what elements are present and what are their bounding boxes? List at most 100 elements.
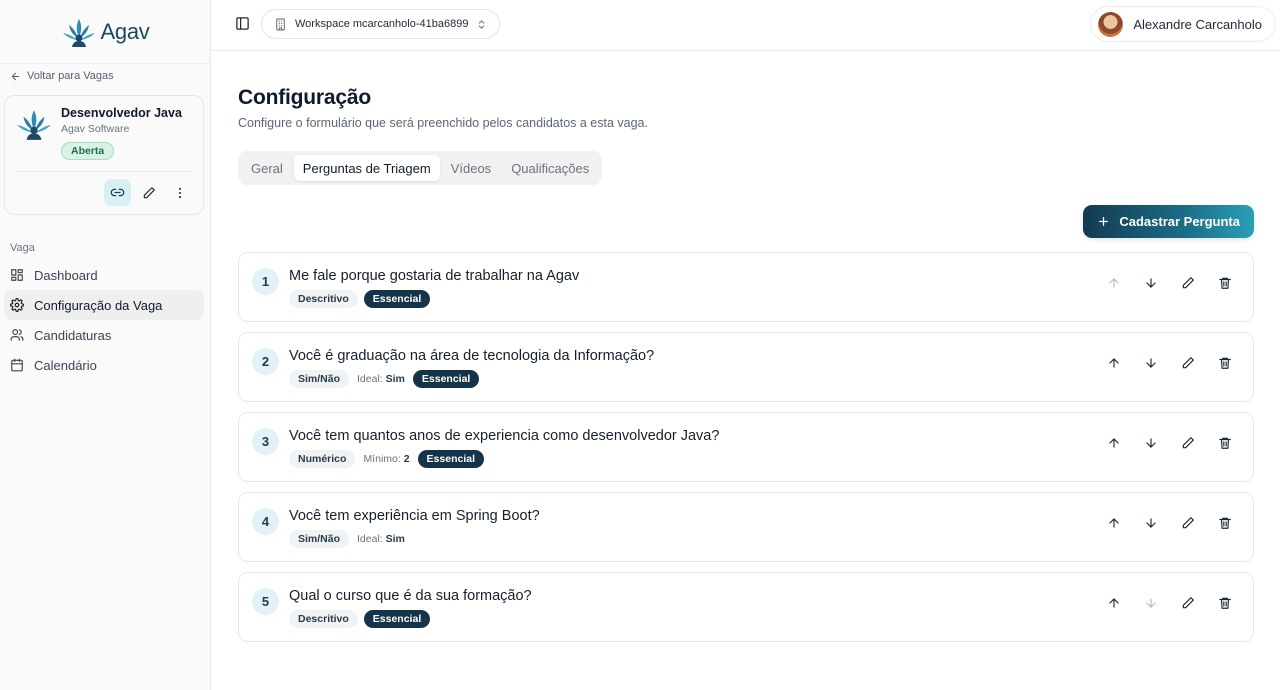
question-number: 1 <box>252 268 279 295</box>
add-question-button[interactable]: Cadastrar Pergunta <box>1083 205 1254 238</box>
question-minimum: Mínimo: 2 <box>361 453 411 465</box>
trash-icon <box>1218 356 1232 370</box>
tab-screening-questions[interactable]: Perguntas de Triagem <box>293 155 440 181</box>
move-down-button[interactable] <box>1135 592 1167 614</box>
arrow-left-icon <box>10 71 21 82</box>
question-actions <box>1098 512 1241 534</box>
move-up-button[interactable] <box>1098 432 1130 454</box>
questions-list: 1 Me fale porque gostaria de trabalhar n… <box>238 252 1254 652</box>
trash-icon <box>1218 436 1232 450</box>
calendar-icon <box>10 358 24 372</box>
pencil-icon <box>1181 276 1195 290</box>
edit-question-button[interactable] <box>1172 352 1204 374</box>
page-title: Configuração <box>238 86 371 109</box>
question-actions <box>1098 592 1241 614</box>
question-type-badge: Sim/Não <box>289 530 350 548</box>
add-question-label: Cadastrar Pergunta <box>1119 214 1240 229</box>
sidebar-toggle-button[interactable] <box>235 16 250 31</box>
delete-question-button[interactable] <box>1209 592 1241 614</box>
delete-question-button[interactable] <box>1209 512 1241 534</box>
more-vertical-icon <box>173 186 187 200</box>
sidebar-item-applications[interactable]: Candidaturas <box>4 320 204 350</box>
edit-question-button[interactable] <box>1172 272 1204 294</box>
edit-job-button[interactable] <box>135 179 162 206</box>
sidebar-item-label: Configuração da Vaga <box>34 297 163 313</box>
sidebar-section-label: Vaga <box>10 242 35 254</box>
question-tags: Descritivo Essencial <box>289 290 431 308</box>
dashboard-icon <box>10 268 24 282</box>
job-logo-icon <box>15 105 53 143</box>
user-name: Alexandre Carcanholo <box>1133 16 1262 32</box>
more-options-button[interactable] <box>166 179 193 206</box>
question-card: 1 Me fale porque gostaria de trabalhar n… <box>238 252 1254 322</box>
sidebar-item-job-settings[interactable]: Configuração da Vaga <box>4 290 204 320</box>
move-down-button[interactable] <box>1135 432 1167 454</box>
meta-label: Ideal: <box>357 533 383 545</box>
sidebar-item-label: Candidaturas <box>34 327 112 343</box>
trash-icon <box>1218 516 1232 530</box>
pencil-icon <box>1181 436 1195 450</box>
question-type-badge: Descritivo <box>289 290 358 308</box>
move-up-button[interactable] <box>1098 512 1130 534</box>
question-actions <box>1098 352 1241 374</box>
move-down-button[interactable] <box>1135 512 1167 534</box>
arrow-up-icon <box>1107 596 1121 610</box>
job-company: Agav Software <box>61 123 130 135</box>
move-up-button[interactable] <box>1098 592 1130 614</box>
delete-question-button[interactable] <box>1209 432 1241 454</box>
move-down-button[interactable] <box>1135 272 1167 294</box>
job-status-badge: Aberta <box>61 142 115 160</box>
question-tags: Descritivo Essencial <box>289 610 431 628</box>
arrow-down-icon <box>1144 596 1158 610</box>
job-card-divider <box>15 171 193 172</box>
tab-qualifications[interactable]: Qualificações <box>502 155 598 181</box>
delete-question-button[interactable] <box>1209 272 1241 294</box>
sidebar-item-calendar[interactable]: Calendário <box>4 350 204 380</box>
back-link-label: Voltar para Vagas <box>27 70 114 82</box>
move-up-button[interactable] <box>1098 352 1130 374</box>
trash-icon <box>1218 276 1232 290</box>
question-text: Qual o curso que é da sua formação? <box>289 588 532 604</box>
page-subtitle: Configure o formulário que será preenchi… <box>238 116 648 130</box>
brand-logo[interactable]: Agav <box>0 0 210 64</box>
question-card: 5 Qual o curso que é da sua formação? De… <box>238 572 1254 642</box>
meta-value: Sim <box>385 533 405 545</box>
meta-value: Sim <box>385 373 405 385</box>
top-bar: Workspace mcarcanholo-41ba6899 Alexandre… <box>211 0 1280 51</box>
essential-badge: Essencial <box>412 370 480 388</box>
question-text: Você tem quantos anos de experiencia com… <box>289 428 720 444</box>
arrow-down-icon <box>1144 276 1158 290</box>
question-number: 2 <box>252 348 279 375</box>
avatar <box>1098 11 1124 37</box>
arrow-down-icon <box>1144 516 1158 530</box>
edit-question-button[interactable] <box>1172 592 1204 614</box>
tabs: Geral Perguntas de Triagem Vídeos Qualif… <box>238 151 603 185</box>
edit-question-button[interactable] <box>1172 512 1204 534</box>
meta-label: Ideal: <box>357 373 383 385</box>
essential-badge: Essencial <box>363 610 431 628</box>
sidebar-item-dashboard[interactable]: Dashboard <box>4 260 204 290</box>
question-card: 2 Você é graduação na área de tecnologia… <box>238 332 1254 402</box>
gear-icon <box>10 298 24 312</box>
move-down-button[interactable] <box>1135 352 1167 374</box>
edit-question-button[interactable] <box>1172 432 1204 454</box>
question-text: Você é graduação na área de tecnologia d… <box>289 348 655 364</box>
user-menu[interactable]: Alexandre Carcanholo <box>1090 6 1276 42</box>
question-type-badge: Descritivo <box>289 610 358 628</box>
sidebar-item-label: Dashboard <box>34 267 98 283</box>
job-card: Desenvolvedor Java Agav Software Aberta <box>4 95 204 215</box>
move-up-button[interactable] <box>1098 272 1130 294</box>
tab-videos[interactable]: Vídeos <box>442 155 500 181</box>
chevrons-up-down-icon <box>476 19 487 30</box>
back-to-jobs-link[interactable]: Voltar para Vagas <box>10 70 114 82</box>
question-tags: Sim/Não Ideal: Sim Essencial <box>289 370 480 388</box>
delete-question-button[interactable] <box>1209 352 1241 374</box>
tab-general[interactable]: Geral <box>242 155 292 181</box>
link-icon <box>110 185 125 200</box>
meta-value: 2 <box>403 453 410 465</box>
question-number: 3 <box>252 428 279 455</box>
question-actions <box>1098 432 1241 454</box>
workspace-selector[interactable]: Workspace mcarcanholo-41ba6899 <box>261 9 501 39</box>
copy-link-button[interactable] <box>104 179 131 206</box>
arrow-up-icon <box>1107 516 1121 530</box>
